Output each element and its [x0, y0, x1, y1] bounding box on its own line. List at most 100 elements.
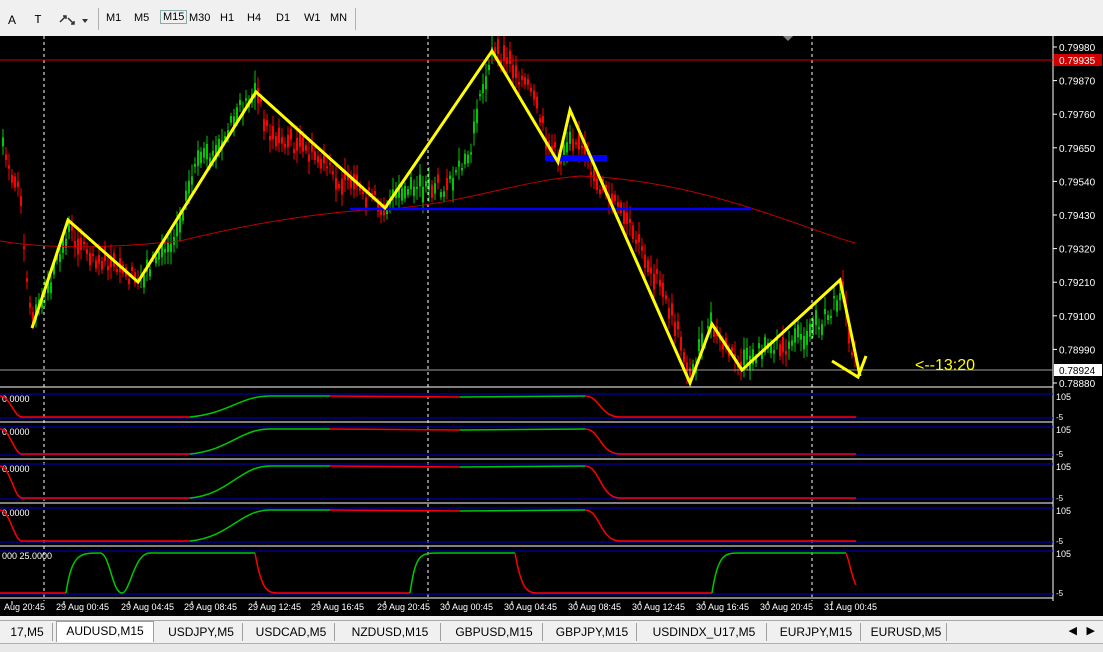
candle-body [659, 279, 661, 287]
text-label-tool-button[interactable]: T [28, 10, 48, 30]
text-tool-button[interactable]: A [4, 10, 20, 30]
candle-body [788, 341, 790, 349]
candle-countdown: <--13:20 [915, 357, 975, 374]
candle-body [758, 343, 760, 349]
candle-body [89, 253, 91, 266]
timeframe-m5[interactable]: M5 [134, 12, 149, 24]
chart-window[interactable]: 0.79980 0.79870 0.79760 0.79650 0.79540 0.794… [0, 36, 1103, 616]
indicator-line-bull [711, 552, 846, 594]
candle-body [527, 79, 529, 85]
candle-body [599, 189, 601, 194]
candle-body [626, 212, 628, 224]
candle-body [431, 184, 433, 198]
chart-tab-eurjpy-m15[interactable]: EURJPY,M15 [772, 623, 861, 641]
candle-body [230, 115, 232, 123]
chart-tab-17-m5[interactable]: 17,M5 [2, 623, 53, 641]
candle-body [164, 248, 166, 253]
candle-body [314, 151, 316, 160]
alert-price-label: 0.79935 [1059, 56, 1096, 67]
chart-tabs-bar: 17,M5 AUDUSD,M15 USDJPY,M5 USDCAD,M5 NZDUSD,… [0, 620, 1103, 643]
timeframe-w1[interactable]: W1 [304, 12, 321, 24]
candle-body [590, 171, 592, 176]
candle-body [680, 336, 682, 351]
timeframe-m30[interactable]: M30 [189, 12, 210, 24]
candle-body [8, 165, 10, 169]
candle-body [452, 178, 454, 191]
time-axis-label: 30 Aug 12:45 [632, 602, 685, 612]
timeframe-m1[interactable]: M1 [106, 12, 121, 24]
indicator-line-bull [189, 465, 330, 499]
candle-body [509, 50, 511, 65]
candle-body [173, 236, 175, 245]
candle-body [671, 303, 673, 316]
candle-body [506, 57, 508, 65]
candle-body [785, 350, 787, 355]
candle-body [782, 337, 784, 353]
candle-body [167, 242, 169, 252]
chart-tab-usdcad-m5[interactable]: USDCAD,M5 [248, 623, 335, 641]
candle-body [101, 260, 103, 270]
chart-tab-gbpjpy-m15[interactable]: GBPJPY,M15 [548, 623, 637, 641]
candle-body [515, 65, 517, 78]
candle-body [293, 149, 295, 153]
candle-body [443, 191, 445, 197]
candle-body [158, 251, 160, 260]
chart-tab-gbpusd-m15[interactable]: GBPUSD,M15 [446, 623, 543, 641]
candle-body [596, 178, 598, 190]
chart-toolbar: A T M1 M5 M15 M30 H1 H4 D1 W1 MN [0, 0, 1103, 37]
timeframe-h4[interactable]: H4 [247, 12, 261, 24]
timeframe-m15[interactable]: M15 [160, 10, 188, 24]
indicator-line-bull [189, 428, 330, 455]
indicator-line-bear [254, 552, 410, 594]
candle-body [632, 225, 634, 240]
candle-body [239, 100, 241, 106]
indicator-line-bull [189, 509, 330, 542]
candle-body [5, 154, 7, 160]
time-axis-label: 30 Aug 00:45 [440, 602, 493, 612]
indicator-scale-top: 105 [1056, 506, 1071, 516]
price-chart[interactable]: 0.79980 0.79870 0.79760 0.79650 0.79540 0.794… [0, 36, 1103, 616]
chart-tab-eurusd-m5[interactable]: EURUSD,M5 [866, 623, 947, 641]
candle-body [407, 188, 409, 195]
chart-tab-usdindx-u17-m5[interactable]: USDINDX_U17,M5 [642, 623, 767, 641]
candle-body [92, 253, 94, 256]
candle-body [29, 302, 31, 308]
candle-body [266, 120, 268, 127]
candle-body [467, 154, 469, 164]
objects-menu-button[interactable] [56, 10, 90, 30]
time-axis-label: 29 Aug 16:45 [311, 602, 364, 612]
candle-body [530, 87, 532, 92]
chart-tab-audusd-m15[interactable]: AUDUSD,M15 [56, 621, 154, 642]
chart-tab-usdjpy-m5[interactable]: USDJPY,M5 [160, 623, 243, 641]
candle-body [635, 239, 637, 244]
candle-body [50, 282, 52, 293]
candle-body [197, 150, 199, 167]
price-tick-label: 0.79980 [1059, 43, 1096, 54]
indicator-line-bear [584, 395, 856, 418]
timeframe-mn[interactable]: MN [330, 12, 347, 24]
objects-arrows-icon [59, 15, 88, 25]
candle-body [449, 175, 451, 179]
candle-body [446, 178, 448, 191]
candle-body [86, 249, 88, 255]
timeframe-d1[interactable]: D1 [276, 12, 290, 24]
timeframe-h1[interactable]: H1 [220, 12, 234, 24]
candle-body [794, 328, 796, 343]
indicator-scale-top: 105 [1056, 462, 1071, 472]
candle-body [143, 275, 145, 288]
candle-body [650, 267, 652, 274]
candle-body [287, 134, 289, 148]
chart-tab-nzdusd-m15[interactable]: NZDUSD,M15 [340, 623, 441, 641]
candle-body [308, 154, 310, 162]
candle-body [629, 218, 631, 224]
candle-body [170, 243, 172, 252]
tabs-scroll-right-icon[interactable]: ▶ [1087, 624, 1095, 637]
candle-body [803, 335, 805, 350]
tabs-scroll-left-icon[interactable]: ◀ [1069, 624, 1077, 637]
candle-body [410, 177, 412, 190]
indicator-scale-top: 105 [1056, 425, 1071, 435]
indicator-scale-top: 105 [1056, 549, 1071, 559]
candle-body [329, 162, 331, 165]
candle-body [773, 350, 775, 354]
indicator-scale-bottom: -5 [1056, 494, 1064, 503]
